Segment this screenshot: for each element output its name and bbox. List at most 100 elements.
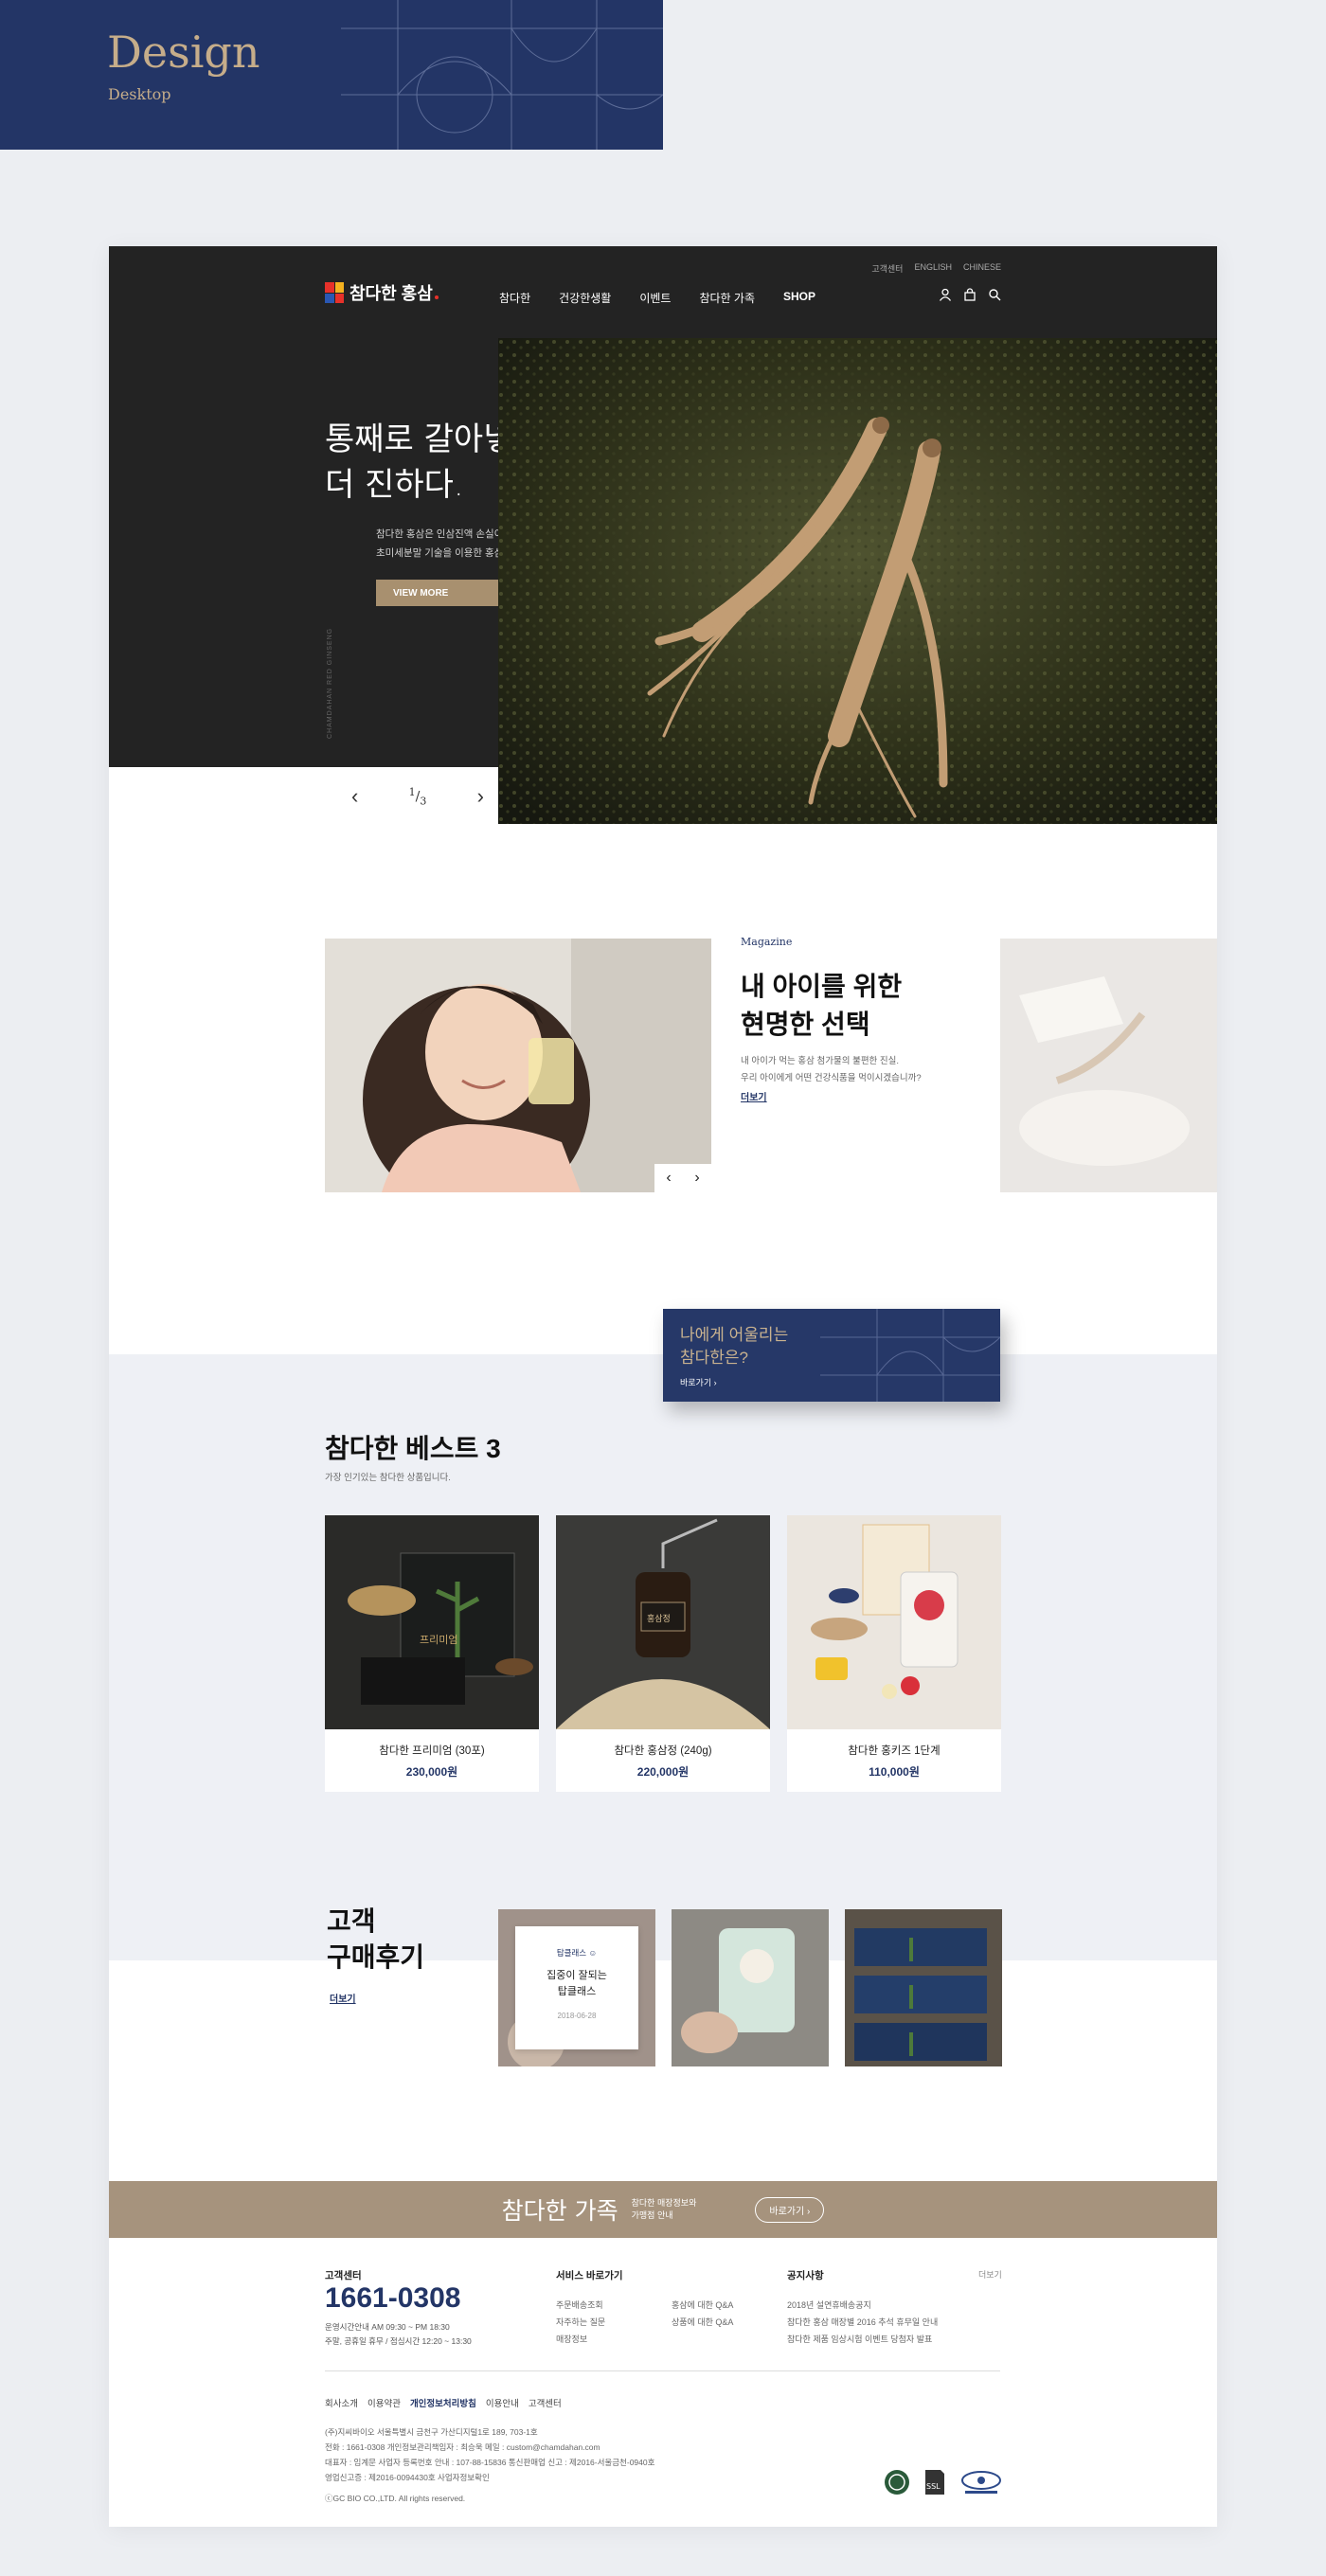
magazine-pager: ‹ › bbox=[654, 1164, 711, 1192]
review-item[interactable] bbox=[672, 1909, 829, 2066]
footer-link-privacy[interactable]: 개인정보처리방침 bbox=[410, 2396, 476, 2409]
recommend-banner[interactable]: 나에게 어울리는 참다한은? 바로가기 › bbox=[663, 1309, 1000, 1402]
footer-company-info: (주)지씨바이오 서울특별시 금천구 가산디지털1로 189, 703-1호 전… bbox=[325, 2424, 654, 2485]
magazine-title: 내 아이를 위한 현명한 선택 bbox=[741, 968, 902, 1044]
user-icon[interactable] bbox=[939, 288, 952, 301]
util-link-english[interactable]: ENGLISH bbox=[914, 262, 952, 275]
banner-link-label: 바로가기 bbox=[680, 1378, 712, 1387]
product-image-premium: 프리미엄 bbox=[325, 1515, 539, 1729]
design-subtitle: Desktop bbox=[108, 85, 171, 103]
footer-notice-list: 2018년 설연휴배송공지 참다한 홍삼 매장별 2016 추석 휴무일 안내 … bbox=[787, 2297, 938, 2348]
review-date: 2018-06-28 bbox=[557, 2012, 597, 2020]
product-name: 참다한 홍삼정 (240g) bbox=[614, 1745, 712, 1757]
product-card[interactable]: 프리미엄 참다한 프리미엄 (30포) 230,000원 bbox=[325, 1515, 539, 1792]
footer-link-guide[interactable]: 이용안내 bbox=[486, 2396, 519, 2409]
nav-item-event[interactable]: 이벤트 bbox=[639, 290, 671, 306]
nav-item-shop[interactable]: SHOP bbox=[783, 290, 815, 306]
review-card-title-line2: 탑클래스 bbox=[557, 1986, 597, 1997]
page-card: 고객센터 ENGLISH CHINESE 참다한 홍삼 참다한 건강한생활 이벤… bbox=[109, 246, 1217, 2527]
footer-link-terms[interactable]: 이용약관 bbox=[367, 2396, 401, 2409]
banner-pattern bbox=[820, 1309, 1000, 1402]
product-image-extract: 홍삼정 bbox=[556, 1515, 770, 1729]
hero-prev-button[interactable]: ‹ bbox=[351, 784, 358, 809]
notice-item[interactable]: 참다한 제품 임상시험 이벤트 당첨자 발표 bbox=[787, 2331, 938, 2348]
logo-mark-icon bbox=[325, 282, 344, 303]
util-link-cs[interactable]: 고객센터 bbox=[871, 262, 903, 275]
footer-link-cs[interactable]: 고객센터 bbox=[529, 2396, 562, 2409]
bag-icon[interactable] bbox=[963, 288, 977, 301]
nav-item-family[interactable]: 참다한 가족 bbox=[699, 290, 755, 306]
product-name: 참다한 홍키즈 1단계 bbox=[848, 1745, 941, 1757]
design-title: Design bbox=[107, 27, 260, 78]
footer-info-line3: 대표자 : 임계문 사업자 등록번호 안내 : 107-88-15836 통신판… bbox=[325, 2458, 655, 2467]
hero-ginseng-image bbox=[498, 338, 1217, 824]
family-band: 참다한 가족 참다한 매장정보와 가맹점 안내 바로가기 › bbox=[109, 2181, 1217, 2238]
footer-copyright: ⓒGC BIO CO.,LTD. All rights reserved. bbox=[325, 2494, 466, 2503]
chevron-right-icon: › bbox=[713, 1378, 717, 1387]
review-image bbox=[845, 1909, 1002, 2066]
hero-next-button[interactable]: › bbox=[477, 784, 484, 809]
family-go-label: 바로가기 bbox=[769, 2206, 805, 2217]
hero-title-line2: 더 진하다. bbox=[325, 466, 464, 504]
product-card[interactable]: 홍삼정 참다한 홍삼정 (240g) 220,000원 bbox=[556, 1515, 770, 1792]
footer-link-store[interactable]: 매장정보 bbox=[556, 2331, 605, 2348]
footer-info-line4: 영업신고증 : 제2016-0094430호 사업자정보확인 bbox=[325, 2473, 490, 2482]
product-image-kids bbox=[787, 1515, 1001, 1729]
family-desc-line2: 가맹점 안내 bbox=[631, 2210, 673, 2220]
magazine-label: Magazine bbox=[741, 936, 793, 948]
family-go-button[interactable]: 바로가기 › bbox=[755, 2196, 825, 2223]
footer-notice-title: 공지사항 bbox=[787, 2270, 824, 2281]
review-item[interactable]: 탑클래스 ☺ 집중이 잘되는 탑클래스 2018-06-28 bbox=[498, 1909, 655, 2066]
notice-item[interactable]: 참다한 홍삼 매장별 2016 추석 휴무일 안내 bbox=[787, 2314, 938, 2331]
svg-text:프리미엄: 프리미엄 bbox=[420, 1634, 457, 1646]
magazine-prev-button[interactable]: ‹ bbox=[666, 1170, 671, 1187]
footer-link-ginseng-qa[interactable]: 홍삼에 대한 Q&A bbox=[672, 2297, 733, 2314]
magazine-title-line1: 내 아이를 위한 bbox=[741, 972, 903, 1001]
footer-link-company[interactable]: 회사소개 bbox=[325, 2396, 358, 2409]
decorative-lines bbox=[341, 0, 663, 150]
banner-line2: 참다한은? bbox=[680, 1349, 749, 1367]
footer-hours-line2: 주말, 공휴일 휴무 / 점심시간 12:20 ~ 13:30 bbox=[325, 2336, 472, 2346]
footer-info-line2: 전화 : 1661-0308 개인정보관리책임자 : 최승욱 메일 : cust… bbox=[325, 2442, 600, 2452]
logo-text: 참다한 홍삼 bbox=[349, 284, 433, 303]
reviews-more-link[interactable]: 더보기 bbox=[330, 1991, 356, 2005]
slide-current: 1 bbox=[408, 785, 416, 798]
footer-service-title: 서비스 바로가기 bbox=[556, 2270, 623, 2281]
header-icons bbox=[939, 288, 1001, 301]
nav-item-chamdahan[interactable]: 참다한 bbox=[499, 290, 530, 306]
hero-vertical-text: CHAMDAHAN RED GINSENG bbox=[327, 627, 333, 739]
magazine-next-button[interactable]: › bbox=[694, 1170, 699, 1187]
magazine-more-link[interactable]: 더보기 bbox=[741, 1089, 767, 1103]
nav-item-health[interactable]: 건강한생활 bbox=[559, 290, 611, 306]
util-nav: 고객센터 ENGLISH CHINESE bbox=[871, 262, 1001, 275]
notice-item[interactable]: 2018년 설연휴배송공지 bbox=[787, 2297, 938, 2314]
banner-link[interactable]: 바로가기 › bbox=[680, 1376, 717, 1388]
product-price: 230,000원 bbox=[405, 1765, 458, 1779]
footer-divider bbox=[325, 2370, 1000, 2371]
view-more-label: VIEW MORE bbox=[393, 587, 449, 599]
footer-link-order[interactable]: 주문배송조회 bbox=[556, 2297, 605, 2314]
footer-notice-more[interactable]: 더보기 bbox=[978, 2268, 1002, 2281]
reviews-title-line2: 구매후기 bbox=[327, 1942, 425, 1972]
footer-phone[interactable]: 1661-0308 bbox=[325, 2282, 460, 2315]
footer-service-col2: 홍삼에 대한 Q&A 상품에 대한 Q&A bbox=[672, 2297, 733, 2331]
magazine-next-preview-image bbox=[1000, 939, 1217, 1192]
review-item[interactable] bbox=[845, 1909, 1002, 2066]
footer-link-faq[interactable]: 자주하는 질문 bbox=[556, 2314, 605, 2331]
footer-hours: 운영시간안내 AM 09:30 ~ PM 18:30 주말, 공휴일 휴무 / … bbox=[325, 2320, 472, 2349]
magazine-description: 내 아이가 먹는 홍삼 첨가물의 불편한 진실. 우리 아이에게 어떤 건강식품… bbox=[741, 1053, 922, 1087]
product-card[interactable]: 참다한 홍키즈 1단계 110,000원 bbox=[787, 1515, 1001, 1792]
util-link-chinese[interactable]: CHINESE bbox=[963, 262, 1001, 275]
magazine-title-line2: 현명한 선택 bbox=[741, 1010, 870, 1039]
magazine-desc-line1: 내 아이가 먹는 홍삼 첨가물의 불편한 진실. bbox=[741, 1056, 900, 1066]
design-tag: Design Desktop bbox=[0, 0, 663, 150]
hero-counter: 1/3 bbox=[408, 785, 427, 808]
trust-icon bbox=[961, 2471, 1001, 2494]
search-icon[interactable] bbox=[988, 288, 1001, 301]
logo[interactable]: 참다한 홍삼 bbox=[325, 280, 439, 305]
footer-link-product-qa[interactable]: 상품에 대한 Q&A bbox=[672, 2314, 733, 2331]
review-card: 탑클래스 ☺ 집중이 잘되는 탑클래스 2018-06-28 bbox=[515, 1926, 638, 2049]
product-price: 110,000원 bbox=[869, 1765, 920, 1779]
family-desc-line1: 참다한 매장정보와 bbox=[631, 2198, 697, 2208]
product-price: 220,000원 bbox=[636, 1765, 690, 1779]
